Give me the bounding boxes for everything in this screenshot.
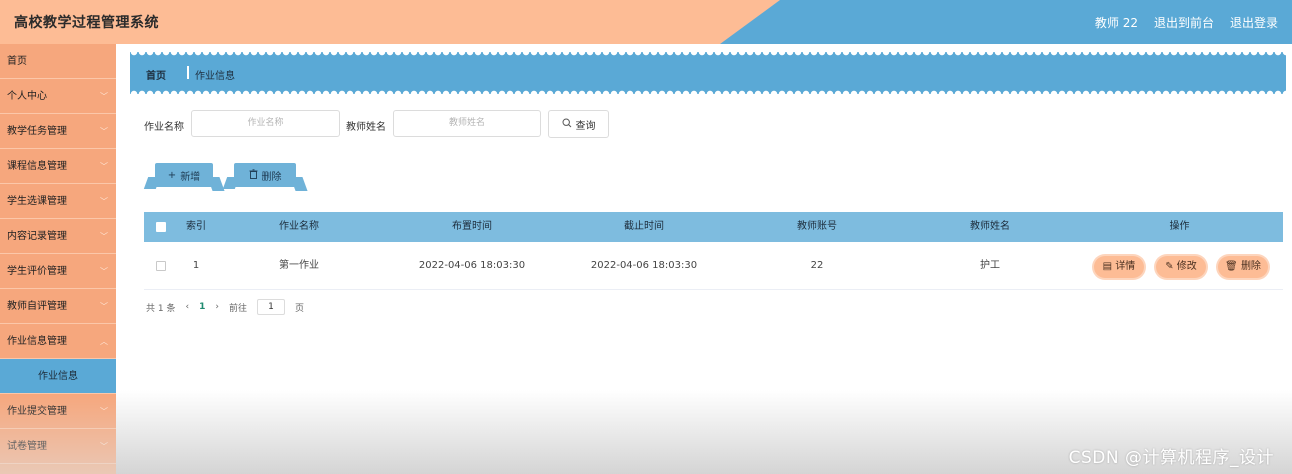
add-button-label: 新增 [180, 171, 201, 183]
cell-assign-time: 2022-04-06 18:03:30 [418, 260, 526, 271]
breadcrumb-current: 作业信息 [195, 71, 235, 82]
search-icon [561, 117, 572, 131]
header-user-menu: 教师 22 退出到前台 退出登录 [1095, 14, 1278, 31]
chevron-down-icon: ﹀ [100, 442, 108, 451]
sidebar-item-label: 学生评价管理 [7, 266, 67, 277]
homework-name-input[interactable]: 作业名称 [191, 110, 340, 137]
batch-delete-button[interactable]: 删除 [222, 163, 308, 191]
cell-deadline: 2022-04-06 18:03:30 [590, 260, 698, 271]
sidebar-item-label: 个人中心 [7, 91, 47, 102]
homework-table: 索引 作业名称 布置时间 截止时间 教师账号 教师姓名 操作 1 第一作业 20… [144, 212, 1283, 290]
col-teacher-account: 教师账号 [797, 221, 837, 232]
sidebar-item-homework-management[interactable]: 作业信息管理 ︿ [0, 324, 116, 359]
page-unit-label: 页 [294, 303, 304, 314]
pagination-total: 共 1 条 [146, 303, 176, 314]
detail-button-label: 详情 [1115, 261, 1136, 272]
edit-button-label: 修改 [1176, 261, 1197, 272]
col-assign-time: 布置时间 [452, 221, 492, 232]
chevron-down-icon: ﹀ [100, 302, 108, 311]
sidebar-item-homework-submission[interactable]: 作业提交管理 ﹀ [0, 394, 116, 429]
cell-index: 1 [192, 260, 200, 271]
current-user: 教师 22 [1094, 16, 1138, 30]
sidebar-item-course-selection[interactable]: 学生选课管理 ﹀ [0, 184, 116, 219]
button-tab-left [222, 177, 240, 189]
sidebar-item-label: 教学任务管理 [7, 126, 67, 137]
sidebar-item-label: 作业提交管理 [7, 406, 67, 417]
breadcrumb-separator [187, 66, 189, 79]
cell-homework-name: 第一作业 [279, 260, 319, 271]
chevron-down-icon: ﹀ [100, 197, 108, 206]
goto-page-input[interactable]: 1 [256, 299, 285, 315]
sidebar-subitem-homework-info[interactable]: 作业信息 [0, 359, 116, 394]
table-header: 索引 作业名称 布置时间 截止时间 教师账号 教师姓名 操作 [144, 212, 1283, 242]
sidebar-item-student-evaluation[interactable]: 学生评价管理 ﹀ [0, 254, 116, 289]
search-button[interactable]: 查询 [548, 110, 609, 138]
sidebar-item-label: 内容记录管理 [7, 231, 67, 242]
col-deadline: 截止时间 [624, 221, 664, 232]
sidebar-item-label: 首页 [7, 56, 27, 67]
teacher-name-input[interactable]: 教师姓名 [393, 110, 541, 137]
app-title: 高校教学过程管理系统 [14, 15, 159, 31]
sidebar-item-personal-center[interactable]: 个人中心 ﹀ [0, 79, 116, 114]
chevron-down-icon: ﹀ [100, 162, 108, 171]
top-header: 高校教学过程管理系统 教师 22 退出到前台 退出登录 [0, 0, 1292, 44]
button-tab-left [143, 177, 161, 189]
sidebar-item-teaching-tasks[interactable]: 教学任务管理 ﹀ [0, 114, 116, 149]
button-tab-right [290, 177, 308, 191]
chevron-down-icon: ﹀ [100, 267, 108, 276]
row-checkbox[interactable] [156, 261, 166, 271]
sidebar-item-home[interactable]: 首页 [0, 44, 116, 79]
goto-label: 前往 [228, 303, 247, 314]
breadcrumb: 首页 作业信息 [130, 52, 1286, 94]
pencil-icon: ✎ [1165, 261, 1174, 272]
chevron-down-icon: ﹀ [100, 232, 108, 241]
sidebar-item-exam-papers[interactable]: 试卷管理 ﹀ [0, 429, 116, 464]
edit-button[interactable]: ✎ 修改 [1156, 256, 1206, 278]
trash-icon: 🗑 [1225, 261, 1238, 272]
row-delete-button-label: 删除 [1240, 261, 1261, 272]
trash-icon [249, 168, 258, 182]
homework-name-label: 作业名称 [144, 122, 184, 133]
main-content: 首页 作业信息 作业名称 作业名称 教师姓名 教师姓名 查询 + 新增 删除 索… [116, 44, 1292, 474]
col-operations: 操作 [1169, 221, 1190, 232]
watermark: CSDN @计算机程序_设计 [1068, 448, 1274, 468]
pagination: 共 1 条 ‹ 1 › 前往 1 页 [146, 299, 304, 315]
chevron-down-icon: ﹀ [100, 407, 108, 416]
sidebar-item-teacher-self-eval[interactable]: 教师自评管理 ﹀ [0, 289, 116, 324]
sidebar-item-label: 试卷管理 [7, 441, 47, 452]
sidebar-item-content-records[interactable]: 内容记录管理 ﹀ [0, 219, 116, 254]
col-homework-name: 作业名称 [279, 221, 319, 232]
document-icon: ▤ [1102, 261, 1113, 272]
sidebar-item-course-info[interactable]: 课程信息管理 ﹀ [0, 149, 116, 184]
sidebar-item-label: 教师自评管理 [7, 301, 67, 312]
delete-button-label: 删除 [261, 171, 282, 183]
sidebar-item-label: 作业信息 [38, 371, 78, 382]
back-to-front-link[interactable]: 退出到前台 [1154, 14, 1214, 31]
teacher-name-label: 教师姓名 [346, 122, 386, 133]
sidebar-item-label: 课程信息管理 [7, 161, 67, 172]
detail-button[interactable]: ▤ 详情 [1094, 256, 1144, 278]
col-index: 索引 [186, 221, 206, 232]
breadcrumb-home[interactable]: 首页 [146, 67, 166, 82]
select-all-checkbox[interactable] [156, 222, 166, 232]
sidebar: 首页 个人中心 ﹀ 教学任务管理 ﹀ 课程信息管理 ﹀ 学生选课管理 ﹀ 内容记录管理 ﹀… [0, 44, 116, 474]
cell-teacher-account: 22 [810, 260, 824, 271]
chevron-down-icon: ﹀ [100, 92, 108, 101]
table-row: 1 第一作业 2022-04-06 18:03:30 2022-04-06 18… [144, 242, 1283, 290]
sidebar-item-label: 学生选课管理 [7, 196, 67, 207]
plus-icon: + [167, 169, 177, 181]
next-page-icon[interactable]: › [215, 302, 219, 312]
sidebar-item-label: 作业信息管理 [7, 336, 67, 347]
search-button-label: 查询 [575, 120, 596, 132]
cell-teacher-name: 护工 [980, 260, 1000, 271]
chevron-down-icon: ﹀ [100, 127, 108, 136]
prev-page-icon[interactable]: ‹ [185, 302, 189, 312]
page-number-current[interactable]: 1 [199, 302, 205, 312]
logout-link[interactable]: 退出登录 [1230, 14, 1278, 31]
add-button[interactable]: + 新增 [143, 163, 225, 191]
col-teacher-name: 教师姓名 [970, 221, 1010, 232]
chevron-up-icon: ︿ [100, 337, 108, 346]
row-delete-button[interactable]: 🗑 删除 [1218, 256, 1268, 278]
